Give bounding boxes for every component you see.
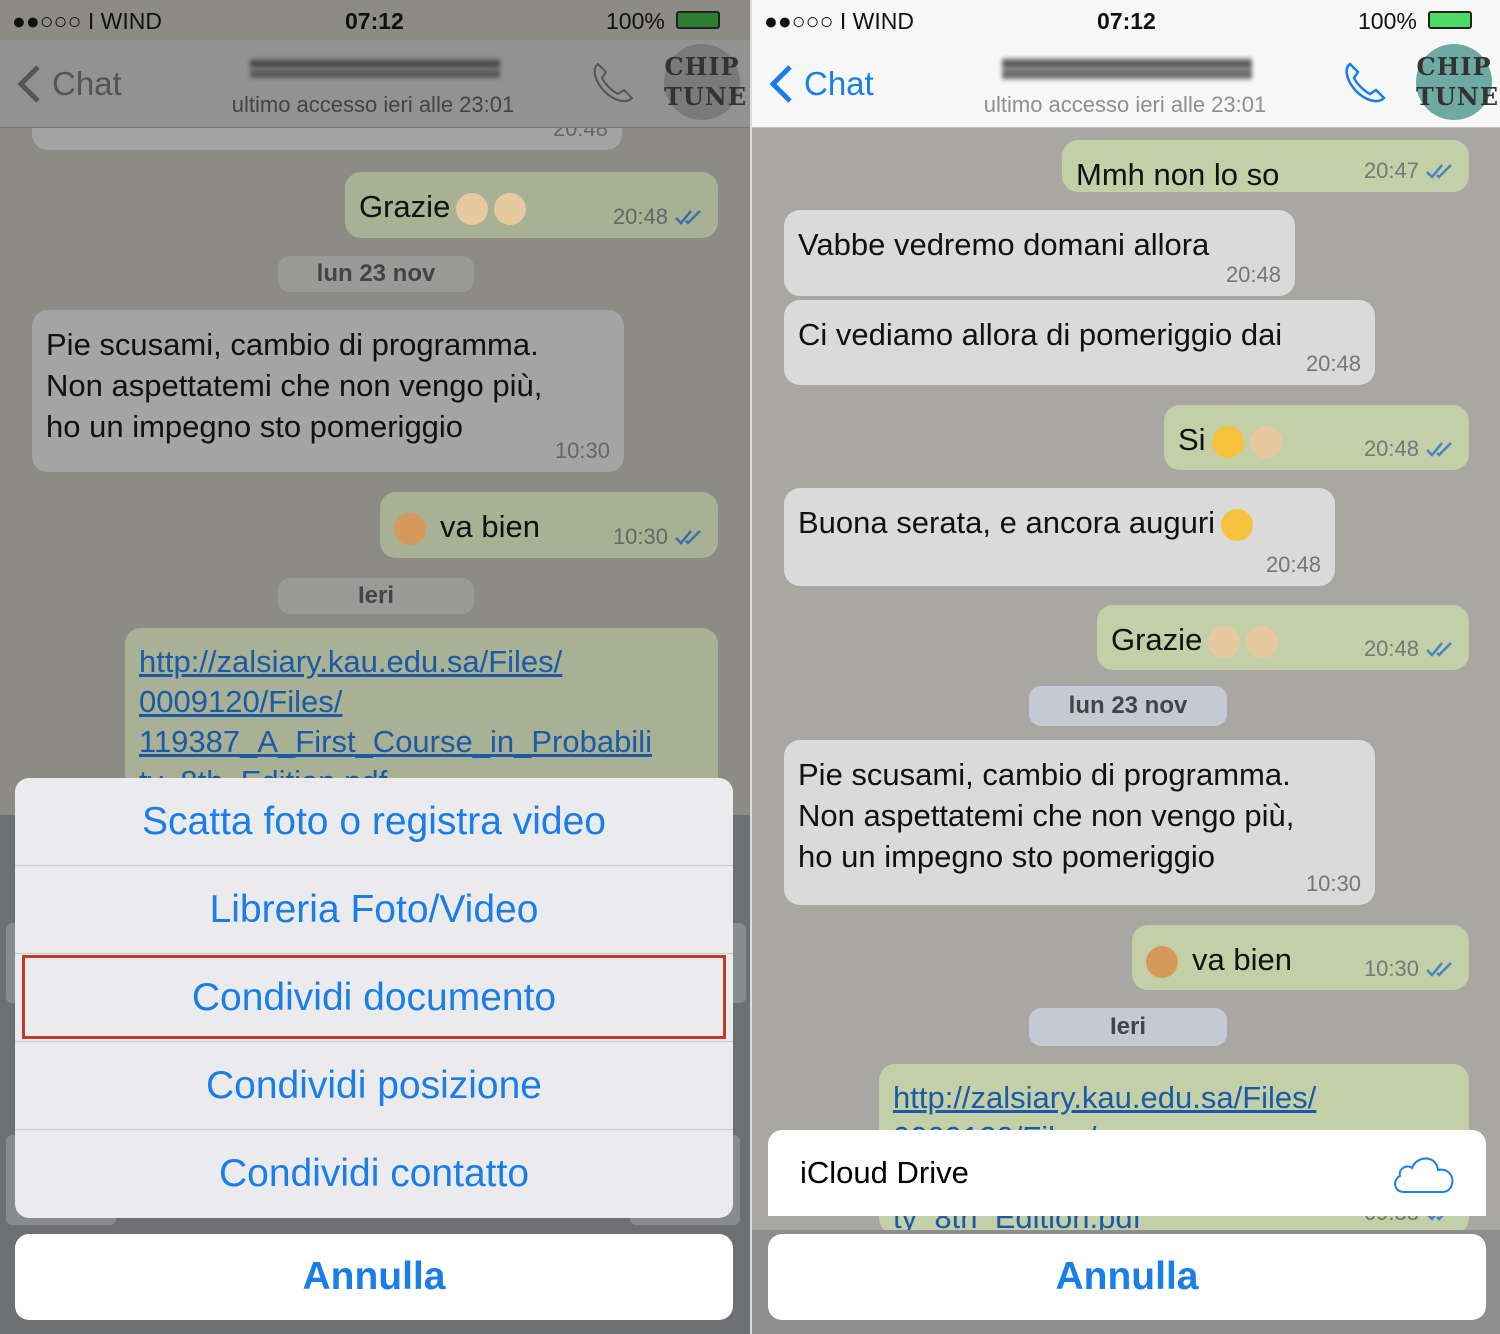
message-time: 20:48 — [1305, 351, 1361, 376]
incoming-message: Ci vediamo allora di pomeriggio dai 20:48 — [784, 300, 1375, 385]
incoming-message: Pie scusami, cambio di programma. Non as… — [784, 740, 1375, 905]
waving-hand-emoji-icon — [1208, 625, 1241, 658]
date-separator: Ieri — [278, 578, 474, 614]
double-check-icon — [675, 210, 701, 225]
status-bar: ●●○○○ I WIND 07:12 100% — [0, 0, 750, 40]
outgoing-message: va bien 10:30 — [380, 492, 718, 558]
message-time: 10:30 — [613, 524, 704, 550]
message-text: Pie scusami, cambio di programma. Non as… — [798, 757, 1295, 874]
chat-header: Chat ultimo accesso ieri alle 23:01 CHIP… — [0, 40, 750, 128]
message-text: Pie scusami, cambio di programma. Non as… — [46, 327, 543, 444]
clock: 07:12 — [1097, 8, 1156, 34]
cloud-icon — [1394, 1157, 1454, 1193]
cancel-button[interactable]: Annulla — [768, 1234, 1486, 1320]
smiling-face-emoji-icon — [1221, 508, 1254, 541]
waving-hand-emoji-icon — [494, 192, 527, 225]
thumbs-down-emoji-icon — [394, 512, 426, 545]
right-screen: Mmh non lo so 20:47 Vabbe vedremo domani a… — [750, 0, 1500, 1334]
phone-icon[interactable] — [590, 60, 636, 106]
waving-hand-emoji-icon — [1249, 425, 1282, 458]
message-text: Ci vediamo allora di pomeriggio dai — [798, 317, 1283, 352]
outgoing-message: Grazie 20:48 — [345, 172, 718, 238]
message-time: 20:48 — [1364, 436, 1455, 462]
waving-hand-emoji-icon — [456, 192, 489, 225]
option-photo-library[interactable]: Libreria Foto/Video — [15, 866, 733, 954]
option-take-photo[interactable]: Scatta foto o registra video — [15, 778, 733, 866]
waving-hand-emoji-icon — [1246, 625, 1279, 658]
outgoing-message: Grazie 20:48 — [1097, 605, 1469, 670]
double-check-icon — [1426, 164, 1452, 179]
highlight-box — [22, 955, 726, 1039]
double-check-icon — [1426, 442, 1452, 457]
chat-header: Chat ultimo accesso ieri alle 23:01 CHIP… — [752, 40, 1500, 128]
message-time: 20:48 — [1225, 262, 1281, 287]
double-check-icon — [1426, 962, 1452, 977]
battery-icon — [676, 11, 720, 29]
contact-name-redacted — [1002, 58, 1252, 80]
provider-label: iCloud Drive — [800, 1155, 969, 1190]
double-check-icon — [1426, 642, 1452, 657]
phone-icon[interactable] — [1342, 60, 1388, 106]
battery-percent: 100% — [606, 8, 665, 34]
avatar[interactable]: CHIP TUNE — [664, 44, 746, 120]
carrier: ●●○○○ I WIND — [764, 8, 914, 34]
avatar[interactable]: CHIP TUNE — [1416, 44, 1498, 120]
clock: 07:12 — [345, 8, 404, 34]
option-share-location[interactable]: Condividi posizione — [15, 1042, 733, 1130]
message-time: 10:30 — [1305, 871, 1361, 896]
double-check-icon — [675, 530, 701, 545]
message-time: 20:48 — [613, 204, 704, 230]
message-time: 20:47 — [1364, 158, 1455, 184]
thumbs-down-emoji-icon — [1146, 945, 1178, 978]
document-provider-icloud[interactable]: iCloud Drive — [768, 1130, 1486, 1216]
date-separator: lun 23 nov — [1029, 686, 1227, 726]
incoming-message: Vabbe vedremo domani allora 20:48 — [784, 210, 1295, 296]
status-bar: ●●○○○ I WIND 07:12 100% — [752, 0, 1500, 40]
option-share-contact[interactable]: Condividi contatto — [15, 1130, 733, 1218]
kissing-face-emoji-icon — [1211, 425, 1244, 458]
message-text: Vabbe vedremo domani allora — [798, 227, 1210, 262]
message-time: 10:30 — [554, 438, 610, 463]
incoming-message: Buona serata, e ancora auguri 20:48 — [784, 488, 1335, 586]
cancel-button[interactable]: Annulla — [15, 1234, 733, 1320]
message-text: Buona serata, e ancora auguri — [798, 502, 1321, 543]
message-time: 20:48 — [1265, 552, 1321, 577]
carrier: ●●○○○ I WIND — [12, 8, 162, 34]
message-time: 10:30 — [1364, 956, 1455, 982]
incoming-message: Pie scusami, cambio di programma. Non as… — [32, 310, 624, 472]
date-separator: lun 23 nov — [278, 256, 474, 292]
date-separator: Ieri — [1029, 1008, 1227, 1046]
battery-icon — [1428, 11, 1472, 29]
battery-percent: 100% — [1358, 8, 1417, 34]
message-time: 20:48 — [1364, 636, 1455, 662]
outgoing-message: va bien 10:30 — [1132, 925, 1469, 990]
contact-name-redacted — [250, 58, 500, 80]
outgoing-message: Mmh non lo so 20:47 — [1062, 140, 1469, 192]
outgoing-message: Si 20:48 — [1164, 405, 1469, 470]
left-screen: 20:48 Grazie 20:48 lun 23 nov Pie scusami, c… — [0, 0, 750, 1334]
